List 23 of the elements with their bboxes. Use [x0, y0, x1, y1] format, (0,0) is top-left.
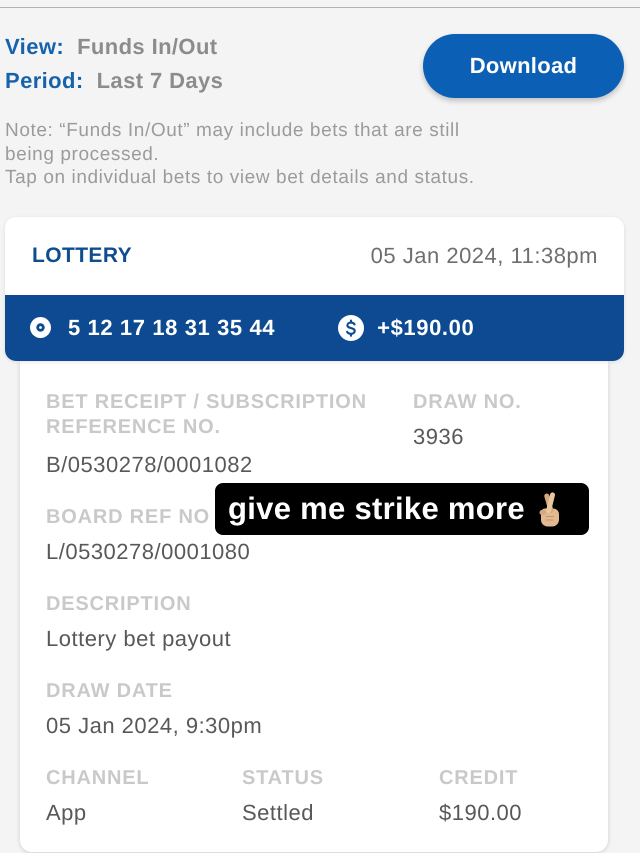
field-value: Settled — [242, 800, 314, 826]
period-value: Last 7 Days — [96, 67, 224, 95]
caption-text: give me strike more — [228, 491, 525, 527]
field-value: App — [46, 800, 87, 826]
field-value: B/0530278/0001082 — [46, 452, 253, 478]
field-value: $190.00 — [439, 800, 522, 826]
bet-type-label: LOTTERY — [32, 244, 132, 268]
bet-datetime: 05 Jan 2024, 11:38pm — [370, 242, 598, 268]
payout-amount: +$190.00 — [377, 314, 474, 340]
view-label: View: — [5, 33, 64, 61]
dollar-coin-icon — [338, 314, 364, 340]
ball-icon — [30, 317, 51, 338]
download-button[interactable]: Download — [423, 34, 624, 98]
field-value: Lottery bet payout — [46, 626, 232, 652]
note-text: Note: “Funds In/Out” may include bets that are still being processed. — [5, 119, 461, 166]
view-value: Funds In/Out — [77, 33, 218, 61]
field-value: 05 Jan 2024, 9:30pm — [46, 712, 262, 738]
winning-numbers: 5 12 17 18 31 35 44 — [68, 314, 276, 340]
note-text: Tap on individual bets to view bet details and status. — [5, 166, 475, 190]
field-value: L/0530278/0001080 — [46, 538, 250, 564]
bet-summary-card[interactable]: LOTTERY 05 Jan 2024, 11:38pm 5 12 17 18 31 35 44 +$190.00 — [5, 216, 624, 360]
field-value: 3936 — [413, 424, 464, 450]
period-label: Period: — [5, 67, 84, 95]
